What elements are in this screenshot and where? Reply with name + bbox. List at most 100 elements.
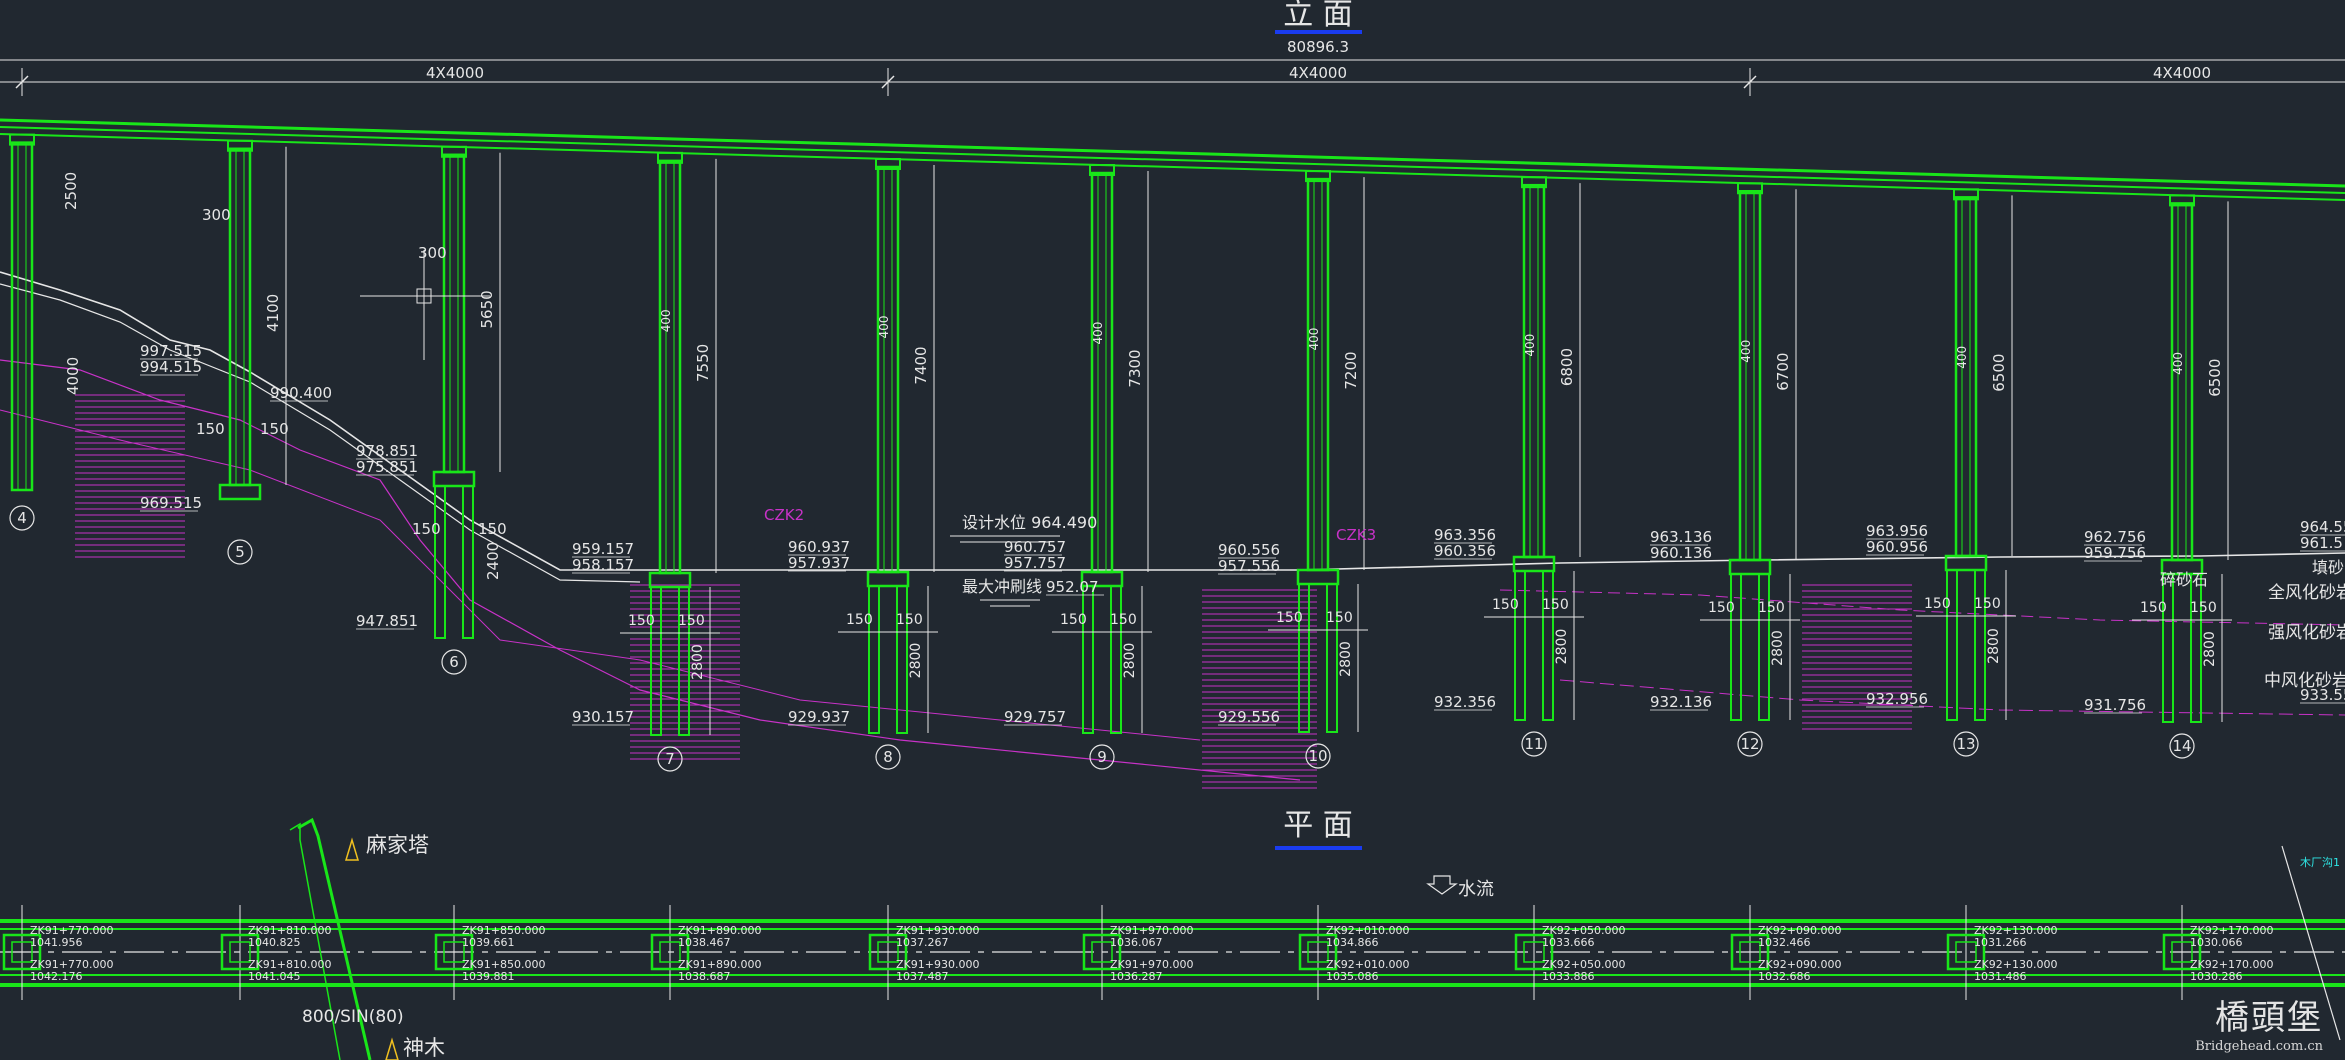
station-elev: 1031.266	[1974, 936, 2027, 949]
span-group-label: 4X4000	[1289, 64, 1347, 82]
elevation-label: 990.400	[270, 384, 332, 402]
pier-number: 10	[1308, 747, 1327, 765]
design-water-level: 设计水位 964.490	[962, 513, 1097, 532]
pile-spacing-label: 150	[1276, 610, 1303, 626]
pile-length-label: 2800	[1770, 630, 1786, 666]
elevation-label: 959.756	[2084, 544, 2146, 562]
pile-length-label: 2800	[908, 643, 924, 679]
station-elev: 1032.466	[1758, 936, 1811, 949]
overall-dimension: 80896.3	[1287, 38, 1349, 56]
elevation-label: 932.956	[1866, 690, 1928, 708]
station-elev: 1037.487	[896, 970, 949, 983]
water-flow-label: 水流	[1458, 879, 1494, 900]
station-elev: 1039.881	[462, 970, 515, 983]
elevation-label: 929.937	[788, 708, 850, 726]
pile-dim-label: 400	[1955, 346, 1969, 369]
pile	[462, 485, 474, 639]
pile-spacing-label: 150	[1758, 600, 1785, 616]
height-dim-label: 7550	[694, 344, 712, 382]
ground-line	[0, 271, 2345, 571]
pile-spacing-label: 150	[678, 613, 705, 629]
elevation-label: 929.757	[1004, 708, 1066, 726]
station-elev: 1035.086	[1326, 970, 1379, 983]
span-group-label: 4X4000	[2153, 64, 2211, 82]
geology-label: 碎砂石	[2160, 570, 2208, 589]
pile-length-label: 2800	[1986, 628, 2002, 664]
dim-label: 150	[478, 520, 507, 538]
dimension-layer: 4100 5650 40075502800150 15040074002800150 1…	[0, 59, 2345, 735]
station-elev: 1030.066	[2190, 936, 2243, 949]
watermark-url: Bridgehead.com.cn	[2195, 1039, 2323, 1054]
pier-number: 14	[2172, 737, 2191, 755]
pile	[1110, 585, 1122, 734]
elevation-label: 932.136	[1650, 693, 1712, 711]
dim-label: 300	[202, 206, 231, 224]
ground-profile-layer	[0, 271, 2345, 781]
pile-length-label: 2800	[690, 644, 706, 680]
station-elev: 1042.176	[30, 970, 83, 983]
elevation-label: 929.556	[1218, 708, 1280, 726]
pile-dim-label: 400	[2171, 352, 2185, 375]
deck-bot-line	[0, 133, 2345, 201]
span-group-label: 4X4000	[426, 64, 484, 82]
elevation-label: 931.756	[2084, 696, 2146, 714]
elevation-label: 960.136	[1650, 544, 1712, 562]
pile-spacing-label: 150	[1326, 610, 1353, 626]
pier-column	[2170, 202, 2194, 562]
pile-dim-label: 400	[1739, 340, 1753, 363]
geology-label: 全风化砂岩	[2268, 583, 2345, 603]
station-elev: 1036.067	[1110, 936, 1163, 949]
pile-spacing-label: 150	[896, 612, 923, 628]
borehole-label: CZK2	[764, 506, 804, 524]
pile-cap	[866, 570, 910, 588]
dim-label: 300	[418, 244, 447, 262]
pile-dim-label: 400	[1307, 328, 1321, 351]
pile	[2190, 573, 2202, 723]
pier-column	[1738, 190, 1762, 562]
elevation-label: 961.5	[2300, 534, 2343, 552]
pile-spacing-label: 150	[1110, 612, 1137, 628]
pile-dim-label: 400	[877, 316, 891, 339]
skew-note: 800/SIN(80)	[302, 1007, 404, 1027]
pier-column	[10, 141, 34, 492]
height-dim-label: 6500	[2206, 359, 2224, 397]
station-elev: 1034.866	[1326, 936, 1379, 949]
station-elev: 1036.287	[1110, 970, 1163, 983]
place-shenmu: 神木	[403, 1036, 445, 1060]
elevation-label: 958.157	[572, 556, 634, 574]
station-elev: 1039.661	[462, 936, 515, 949]
pile-spacing-label: 150	[1542, 597, 1569, 613]
station-elev: 1037.267	[896, 936, 949, 949]
ground-line-2	[0, 283, 641, 583]
elevation-label: 957.937	[788, 554, 850, 572]
pile-length-label: 2800	[1554, 629, 1570, 665]
pile-cap	[1296, 568, 1340, 586]
pile-length-label: 2800	[1338, 641, 1354, 677]
dim-label: 150	[260, 420, 289, 438]
watermark-logo: 橋頭堡	[2215, 998, 2323, 1038]
pile	[1082, 585, 1094, 734]
pier-number: 8	[883, 748, 893, 766]
elevation-label: 957.556	[1218, 557, 1280, 575]
dim-label: 150	[196, 420, 225, 438]
deck-top-line	[0, 118, 2345, 188]
pier-column	[1522, 183, 1546, 559]
station-elev: 1032.686	[1758, 970, 1811, 983]
plan-title: 平 面	[1283, 808, 1353, 843]
rock-line	[0, 409, 1201, 741]
pile-spacing-label: 150	[628, 613, 655, 629]
height-dim-label: 7400	[912, 346, 930, 384]
elevation-title: 立 面	[1283, 0, 1353, 32]
geology-label: 填砂	[2312, 558, 2344, 577]
pile	[868, 585, 880, 734]
elevation-label: 969.515	[140, 494, 202, 512]
direction-arrow-icon	[344, 837, 360, 861]
elevation-label: 994.515	[140, 358, 202, 376]
bridge-drawing: 4100 5650 40075502800150 15040074002800150 1…	[0, 0, 2345, 1060]
elevation-label: 932.356	[1434, 693, 1496, 711]
elevation-label: 957.757	[1004, 554, 1066, 572]
watermark: 橋頭堡 Bridgehead.com.cn	[2195, 990, 2323, 1054]
station-elev: 1041.956	[30, 936, 83, 949]
height-dim-label: 6800	[1558, 348, 1576, 386]
pier-column	[876, 165, 900, 574]
